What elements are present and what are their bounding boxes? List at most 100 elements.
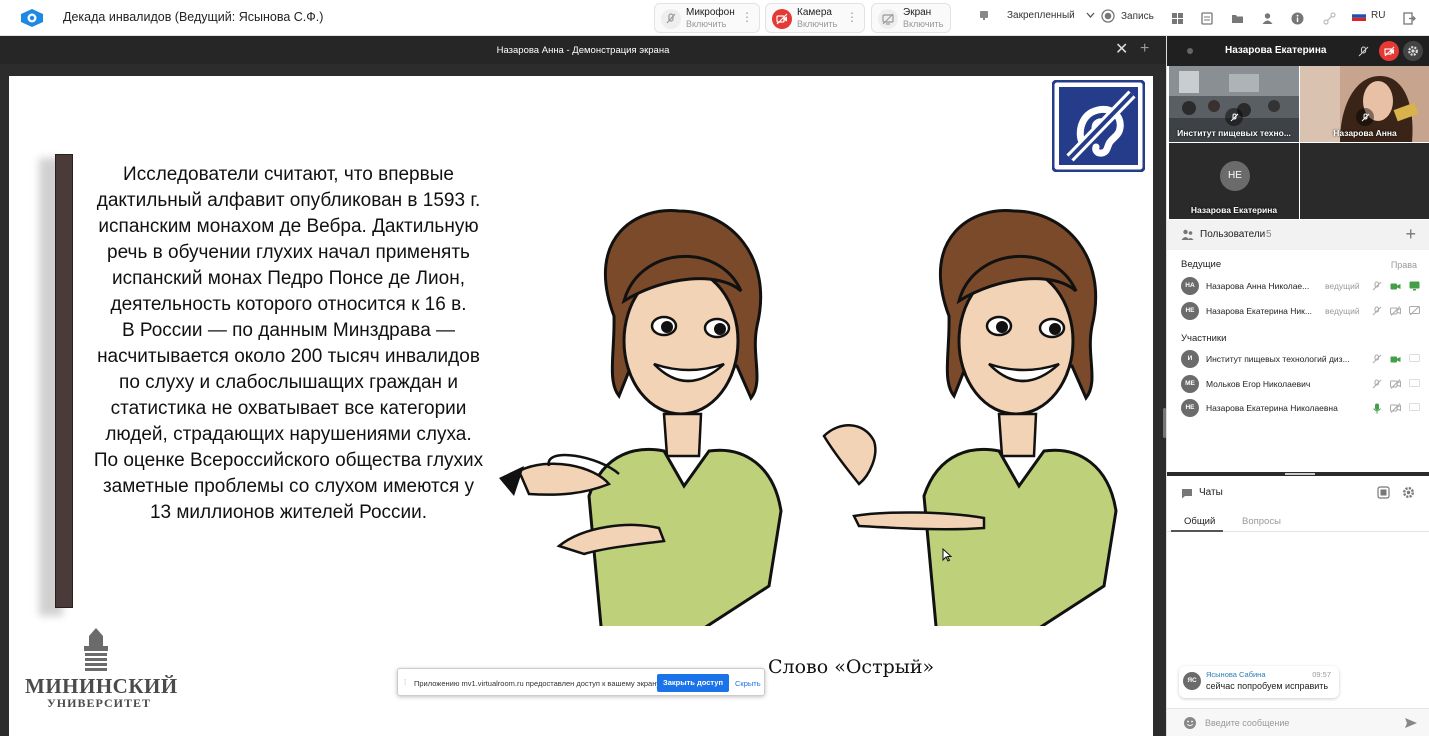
- top-bar: Декада инвалидов (Ведущий: Ясынова С.Ф.)…: [0, 0, 1429, 36]
- app-logo-icon[interactable]: [19, 8, 45, 28]
- user-role: ведущий: [1325, 306, 1360, 316]
- status-dot-icon: [1187, 48, 1193, 54]
- language-label: RU: [1371, 10, 1386, 21]
- close-access-button[interactable]: Закрыть доступ: [657, 674, 729, 692]
- screen-share-inactive-icon[interactable]: [1407, 352, 1421, 366]
- grid-view-icon[interactable]: [1168, 9, 1186, 27]
- user-name: Назарова Анна Николае...: [1206, 281, 1310, 291]
- camera-button[interactable]: Камера Включить ⋮: [765, 3, 865, 33]
- university-subtitle: УНИВЕРСИТЕТ: [47, 696, 151, 710]
- empty-video-tile: [1300, 143, 1429, 219]
- message-input[interactable]: Введите сообщение: [1205, 718, 1289, 728]
- camera-on-icon[interactable]: [1388, 352, 1402, 366]
- record-label: Запись: [1121, 10, 1154, 22]
- document-icon[interactable]: [1198, 9, 1216, 27]
- users-icon[interactable]: [1258, 9, 1276, 27]
- tile-name: Институт пищевых техно...: [1177, 128, 1291, 138]
- tile-name: Назарова Екатерина: [1190, 205, 1278, 215]
- user-row[interactable]: НЕ Назарова Екатерина Ник... ведущий: [1167, 299, 1429, 323]
- chat-input-bar: Введите сообщение: [1167, 708, 1429, 736]
- screen-share-inactive-icon[interactable]: [1407, 377, 1421, 391]
- chat-settings-gear-icon[interactable]: [1402, 486, 1415, 504]
- record-icon: [1101, 9, 1115, 23]
- mic-muted-icon[interactable]: [1370, 377, 1384, 391]
- screen-share-on-icon[interactable]: [1407, 279, 1421, 293]
- screen-access-notice: ⁞ Приложению mv1.virtualroom.ru предоста…: [397, 668, 765, 696]
- camera-options-icon[interactable]: ⋮: [846, 11, 858, 23]
- screen-share-inactive-icon[interactable]: [1407, 401, 1421, 415]
- meeting-title: Декада инвалидов (Ведущий: Ясынова С.Ф.): [63, 10, 324, 24]
- video-header: Назарова Екатерина: [1167, 36, 1429, 66]
- mic-muted-icon[interactable]: [1353, 41, 1373, 61]
- presentation-slide: Исследователи считают, что впервые дакти…: [9, 76, 1153, 756]
- mic-muted-icon[interactable]: [1370, 304, 1384, 318]
- microphone-off-icon: [661, 9, 681, 29]
- send-icon[interactable]: [1404, 716, 1418, 730]
- video-header-name: Назарова Екатерина: [1225, 45, 1327, 56]
- info-icon[interactable]: [1288, 9, 1306, 27]
- settings-gear-icon[interactable]: [1403, 41, 1423, 61]
- hide-notice-link[interactable]: Скрыть: [735, 679, 761, 688]
- avatar: НЕ: [1181, 399, 1199, 417]
- camera-off-icon[interactable]: [1388, 377, 1402, 391]
- user-name: Назарова Екатерина Ник...: [1206, 306, 1312, 316]
- camera-off-icon[interactable]: [1388, 401, 1402, 415]
- mic-muted-icon[interactable]: [1370, 352, 1384, 366]
- camera-off-icon: [772, 9, 792, 29]
- tab-questions[interactable]: Вопросы: [1242, 516, 1281, 527]
- mic-on-icon[interactable]: [1370, 401, 1384, 415]
- microphone-button[interactable]: Микрофон Включить ⋮: [654, 3, 760, 33]
- screen-share-title: Назарова Анна - Демонстрация экрана: [0, 36, 1166, 64]
- add-icon[interactable]: +: [1140, 41, 1149, 57]
- video-tile-nazarova-ekaterina[interactable]: НЕ Назарова Екатерина: [1169, 143, 1299, 219]
- folder-icon[interactable]: [1228, 9, 1246, 27]
- right-panel: Назарова Екатерина Институт пищевых техн…: [1166, 36, 1429, 736]
- screen-share-area: Назарова Анна - Демонстрация экрана ✕ + …: [0, 36, 1166, 756]
- active-tab-indicator: [1171, 530, 1223, 532]
- drag-handle-icon[interactable]: ⁞: [404, 678, 406, 687]
- users-header[interactable]: Пользователи 5 +: [1167, 220, 1429, 250]
- camera-label: Камера: [797, 7, 832, 18]
- screen-share-icon: [878, 9, 898, 29]
- woman-figure-left: [499, 208, 783, 626]
- microphone-options-icon[interactable]: ⋮: [741, 11, 753, 23]
- language-selector[interactable]: RU: [1352, 10, 1385, 21]
- screen-share-button[interactable]: Экран Включить: [871, 3, 951, 33]
- layout-dropdown[interactable]: Закрепленный: [978, 9, 1095, 21]
- splitter-handle[interactable]: [1285, 473, 1315, 475]
- notice-message: Приложению mv1.virtualroom.ru предоставл…: [414, 679, 662, 688]
- user-name: Назарова Екатерина Николаевна: [1206, 403, 1338, 413]
- camera-off-icon[interactable]: [1388, 304, 1402, 318]
- users-icon: [1181, 229, 1194, 240]
- user-name: Мольков Егор Николаевич: [1206, 379, 1311, 389]
- mic-muted-icon[interactable]: [1370, 279, 1384, 293]
- user-row[interactable]: МЕ Мольков Егор Николаевич: [1167, 372, 1429, 396]
- camera-status: Включить: [797, 19, 838, 29]
- hearing-impaired-sign-icon: [1052, 80, 1145, 172]
- emoji-icon[interactable]: [1183, 716, 1197, 730]
- avatar: И: [1181, 350, 1199, 368]
- screen-share-off-icon[interactable]: [1407, 304, 1421, 318]
- network-icon[interactable]: [1320, 9, 1338, 27]
- chat-archive-icon[interactable]: [1377, 486, 1390, 504]
- tab-general[interactable]: Общий: [1184, 516, 1215, 527]
- video-tile-institute[interactable]: Институт пищевых техно...: [1169, 66, 1299, 142]
- camera-on-icon[interactable]: [1388, 279, 1402, 293]
- user-row[interactable]: И Институт пищевых технологий диз...: [1167, 347, 1429, 371]
- avatar: НЕ: [1220, 161, 1250, 191]
- record-button[interactable]: Запись: [1101, 9, 1154, 23]
- mic-muted-icon: [1356, 108, 1374, 126]
- chevron-down-icon: [1086, 12, 1095, 18]
- user-row[interactable]: НЕ Назарова Екатерина Николаевна: [1167, 396, 1429, 420]
- close-icon[interactable]: ✕: [1115, 42, 1128, 58]
- camera-off-icon[interactable]: [1379, 41, 1399, 61]
- panel-splitter[interactable]: [1167, 472, 1429, 476]
- video-tile-nazarova-anna[interactable]: Назарова Анна: [1300, 66, 1429, 142]
- mic-muted-icon: [1225, 108, 1243, 126]
- microphone-status: Включить: [686, 19, 727, 29]
- add-user-icon[interactable]: +: [1405, 224, 1416, 245]
- exit-icon[interactable]: [1400, 9, 1418, 27]
- user-row[interactable]: НА Назарова Анна Николае... ведущий: [1167, 274, 1429, 298]
- user-role: ведущий: [1325, 281, 1360, 291]
- layout-label: Закрепленный: [1007, 9, 1075, 21]
